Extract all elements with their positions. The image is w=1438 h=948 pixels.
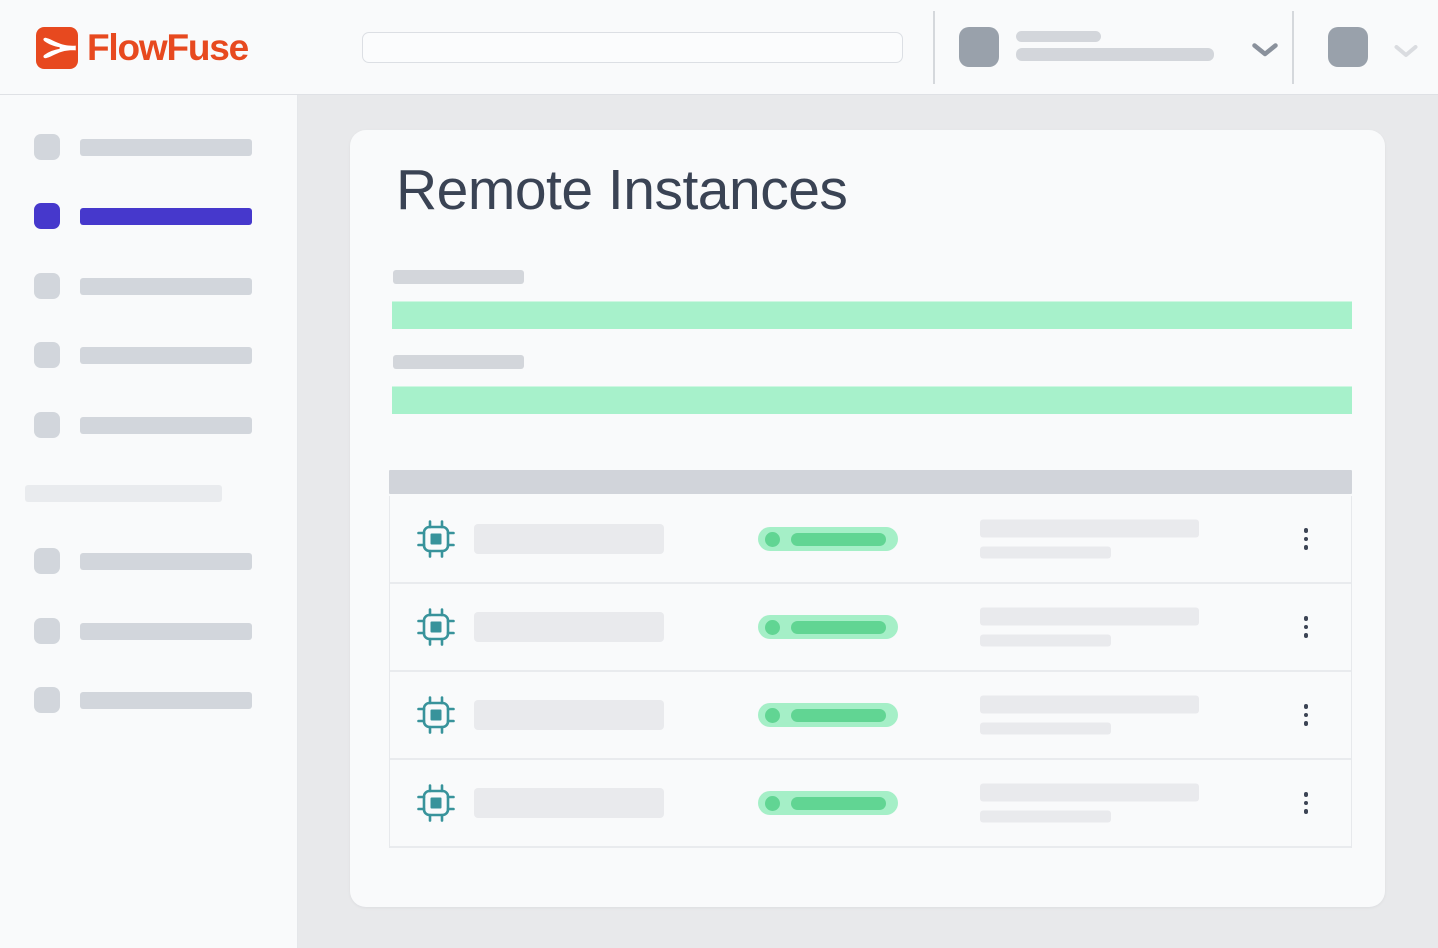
sidebar-item[interactable] bbox=[0, 618, 297, 644]
team-label-placeholder bbox=[1016, 31, 1101, 42]
nav-item-label-placeholder bbox=[80, 623, 252, 640]
detail-line-placeholder bbox=[980, 696, 1199, 714]
instance-name-placeholder bbox=[474, 612, 664, 642]
kebab-menu-icon[interactable] bbox=[1294, 787, 1318, 819]
status-pill bbox=[758, 791, 898, 815]
status-dot-icon bbox=[765, 708, 780, 723]
team-avatar[interactable] bbox=[959, 27, 999, 67]
sidebar-section-label bbox=[0, 485, 297, 502]
chevron-down-icon[interactable] bbox=[1252, 43, 1278, 58]
field-label-placeholder bbox=[393, 270, 524, 284]
chevron-down-icon[interactable] bbox=[1394, 45, 1418, 58]
instance-details bbox=[980, 520, 1199, 559]
chip-icon bbox=[416, 695, 456, 735]
sidebar-item[interactable] bbox=[0, 412, 297, 438]
nav-item-icon bbox=[34, 134, 60, 160]
status-label-placeholder bbox=[791, 709, 886, 722]
detail-line-placeholder bbox=[980, 520, 1199, 538]
flowfuse-logo-icon bbox=[36, 27, 78, 69]
instance-details bbox=[980, 784, 1199, 823]
nav-item-icon bbox=[34, 548, 60, 574]
header-divider bbox=[933, 11, 935, 84]
nav-item-icon bbox=[34, 203, 60, 229]
nav-item-icon bbox=[34, 687, 60, 713]
table-body bbox=[389, 496, 1352, 848]
content-card: Remote Instances bbox=[350, 130, 1385, 907]
status-label-placeholder bbox=[791, 533, 886, 546]
instance-name-placeholder bbox=[474, 700, 664, 730]
nav-item-label-placeholder bbox=[80, 417, 252, 434]
detail-subline-placeholder bbox=[980, 723, 1111, 735]
sidebar-item[interactable] bbox=[0, 687, 297, 713]
status-label-placeholder bbox=[791, 621, 886, 634]
sidebar-item[interactable] bbox=[0, 342, 297, 368]
table-header-placeholder bbox=[389, 470, 1352, 494]
sidebar-nav bbox=[0, 95, 297, 948]
nav-item-label-placeholder bbox=[80, 139, 252, 156]
brand-logo[interactable]: FlowFuse bbox=[36, 0, 248, 95]
chip-icon bbox=[416, 783, 456, 823]
instance-details bbox=[980, 608, 1199, 647]
nav-item-label-placeholder bbox=[80, 208, 252, 225]
main-content: Remote Instances bbox=[298, 95, 1438, 948]
table-row[interactable] bbox=[390, 496, 1351, 584]
detail-line-placeholder bbox=[980, 784, 1199, 802]
status-dot-icon bbox=[765, 620, 780, 635]
nav-item-label-placeholder bbox=[80, 347, 252, 364]
instance-name-placeholder bbox=[474, 524, 664, 554]
instance-name-placeholder bbox=[474, 788, 664, 818]
detail-line-placeholder bbox=[980, 608, 1199, 626]
sidebar-item-active[interactable] bbox=[0, 203, 297, 229]
chip-icon bbox=[416, 607, 456, 647]
nav-item-icon bbox=[34, 412, 60, 438]
nav-item-label-placeholder bbox=[80, 553, 252, 570]
nav-item-icon bbox=[34, 273, 60, 299]
status-dot-icon bbox=[765, 796, 780, 811]
field-label-placeholder bbox=[393, 355, 524, 369]
sidebar-item[interactable] bbox=[0, 548, 297, 574]
status-dot-icon bbox=[765, 532, 780, 547]
sidebar bbox=[0, 95, 298, 948]
nav-item-icon bbox=[34, 618, 60, 644]
status-pill bbox=[758, 527, 898, 551]
detail-subline-placeholder bbox=[980, 635, 1111, 647]
status-pill bbox=[758, 615, 898, 639]
header-divider bbox=[1292, 11, 1294, 84]
table-row[interactable] bbox=[390, 672, 1351, 760]
kebab-menu-icon[interactable] bbox=[1294, 611, 1318, 643]
kebab-menu-icon[interactable] bbox=[1294, 523, 1318, 555]
table-row[interactable] bbox=[390, 584, 1351, 672]
team-name-placeholder bbox=[1016, 48, 1214, 61]
detail-subline-placeholder bbox=[980, 811, 1111, 823]
nav-item-label-placeholder bbox=[80, 278, 252, 295]
status-pill bbox=[758, 703, 898, 727]
page-title: Remote Instances bbox=[396, 158, 847, 224]
sidebar-item[interactable] bbox=[0, 134, 297, 160]
table-row[interactable] bbox=[390, 760, 1351, 848]
kebab-menu-icon[interactable] bbox=[1294, 699, 1318, 731]
chip-icon bbox=[416, 519, 456, 559]
sidebar-item[interactable] bbox=[0, 273, 297, 299]
instance-details bbox=[980, 696, 1199, 735]
field-value-highlight bbox=[392, 386, 1352, 414]
nav-item-icon bbox=[34, 342, 60, 368]
user-avatar[interactable] bbox=[1328, 27, 1368, 67]
nav-item-label-placeholder bbox=[80, 692, 252, 709]
top-header: FlowFuse bbox=[0, 0, 1438, 95]
status-label-placeholder bbox=[791, 797, 886, 810]
detail-subline-placeholder bbox=[980, 547, 1111, 559]
field-value-highlight bbox=[392, 301, 1352, 329]
search-input[interactable] bbox=[362, 32, 903, 63]
brand-name: FlowFuse bbox=[87, 27, 248, 69]
instances-table bbox=[389, 470, 1352, 848]
